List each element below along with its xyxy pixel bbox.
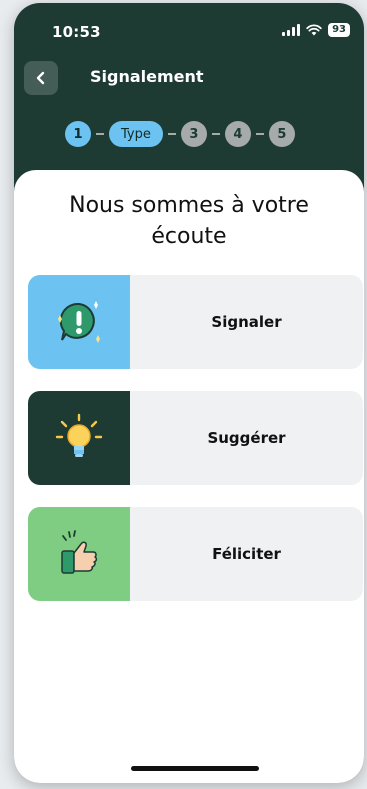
lightbulb-icon — [55, 413, 103, 457]
step-4: 4 — [224, 121, 251, 147]
status-icons: 93 — [282, 23, 350, 37]
option-signaler[interactable]: Signaler — [28, 275, 363, 369]
battery-level: 93 — [332, 24, 346, 35]
option-icon-area — [28, 507, 130, 601]
content-sheet: Nous sommes à votre écoute Signaler Sugg… — [14, 170, 364, 783]
step-5: 5 — [268, 121, 295, 147]
page-headline: Nous sommes à votre écoute — [14, 190, 364, 252]
headline-line-1: Nous sommes à votre — [69, 193, 309, 218]
stepper: 1 Type 3 4 5 — [65, 120, 295, 148]
step-type: Type — [109, 121, 163, 147]
exclamation-bubble-icon — [58, 301, 100, 343]
option-icon-area — [28, 391, 130, 485]
thumbs-up-icon — [61, 530, 98, 574]
battery-icon: 93 — [328, 23, 350, 37]
headline-line-2: écoute — [151, 224, 227, 249]
status-time: 10:53 — [52, 23, 101, 41]
option-icon-area — [28, 275, 130, 369]
step-divider — [96, 133, 104, 135]
phone-screen: 10:53 93 Signalement 1 Type 3 4 5 Nous s… — [14, 3, 364, 783]
wifi-icon — [306, 24, 322, 36]
option-label: Féliciter — [212, 545, 281, 563]
page-title: Signalement — [90, 67, 204, 86]
option-suggerer[interactable]: Suggérer — [28, 391, 363, 485]
option-label: Signaler — [211, 313, 282, 331]
back-button[interactable] — [24, 61, 58, 95]
option-label: Suggérer — [207, 429, 286, 447]
step-divider — [255, 133, 264, 135]
step-1: 1 — [65, 121, 91, 147]
header: Signalement — [14, 59, 364, 99]
chevron-left-icon — [36, 71, 45, 85]
signal-icon — [282, 24, 301, 36]
step-3: 3 — [180, 121, 207, 147]
status-bar: 10:53 93 — [14, 3, 364, 55]
home-indicator — [131, 766, 259, 771]
option-feliciter[interactable]: Féliciter — [28, 507, 363, 601]
step-divider — [211, 133, 220, 135]
step-divider — [167, 133, 176, 135]
